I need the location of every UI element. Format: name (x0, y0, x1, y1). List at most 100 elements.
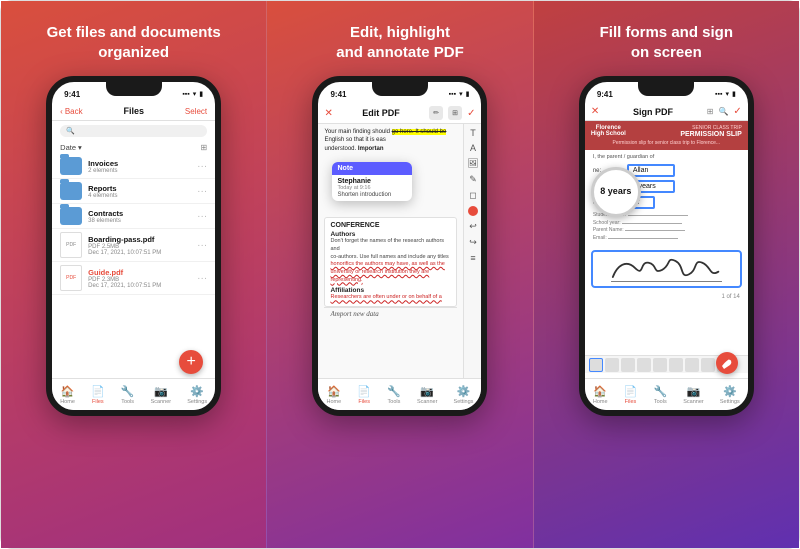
red-text: honorifics the authors may have, as well… (330, 261, 444, 282)
tab-home-r[interactable]: 🏠 Home (593, 385, 608, 405)
grid-edit-icon[interactable]: ⊞ (448, 106, 462, 120)
more-icon[interactable]: ··· (197, 211, 207, 222)
note-popup: Note Stephanie Today at 9:16 Shorten int… (332, 162, 412, 201)
sign-content: FlorenceHigh School SENIOR CLASS TRIP PE… (585, 121, 748, 410)
time-left: 9:41 (64, 90, 80, 99)
font-icon[interactable]: A (470, 143, 476, 153)
redo-icon[interactable]: ↪ (469, 237, 477, 248)
check-icon[interactable]: ✓ (467, 108, 475, 119)
thumb-8[interactable] (701, 358, 715, 372)
grid-sign-icon[interactable]: ⊞ (707, 107, 714, 116)
scanner-icon: 📷 (420, 385, 434, 398)
thumb-4[interactable] (637, 358, 651, 372)
folder-icon (60, 157, 82, 175)
search-sign-icon[interactable]: 🔍 (718, 107, 728, 116)
tab-settings-label: Settings (187, 399, 207, 405)
tab-scanner[interactable]: 📷 Scanner (151, 385, 172, 405)
undo-icon[interactable]: ↩ (469, 221, 477, 232)
signal-icon: ▪▪▪ (182, 91, 189, 98)
list-item[interactable]: Invoices 2 elements ··· (52, 154, 215, 179)
sign-fab[interactable] (716, 352, 738, 374)
close-button[interactable]: ✕ (324, 108, 332, 119)
affiliations-body: Researchers are often under or on behalf… (330, 294, 441, 300)
tab-scanner-m[interactable]: 📷 Scanner (417, 385, 438, 405)
tab-files[interactable]: 📄 Files (91, 385, 105, 405)
file-name: Invoices (88, 159, 191, 168)
thumb-3[interactable] (621, 358, 635, 372)
search-bar[interactable]: 🔍 (60, 125, 207, 137)
note-text: Shorten introduction (337, 192, 407, 198)
thumb-2[interactable] (605, 358, 619, 372)
check-sign-icon[interactable]: ✓ (733, 106, 741, 117)
add-button[interactable]: + (179, 350, 203, 374)
tab-settings-r[interactable]: ⚙️ Settings (720, 385, 740, 405)
color-picker[interactable] (468, 206, 478, 216)
tab-tools-r[interactable]: 🔧 Tools (653, 385, 667, 405)
panel-middle-title: Edit, highlightand annotate PDF (336, 23, 464, 62)
tab-tools[interactable]: 🔧 Tools (121, 385, 135, 405)
thumb-5[interactable] (653, 358, 667, 372)
panel-middle: Edit, highlightand annotate PDF 9:41 ▪▪▪… (266, 1, 533, 548)
doc-header: FlorenceHigh School SENIOR CLASS TRIP PE… (585, 121, 748, 150)
file-info: Contracts 38 elements (88, 209, 191, 224)
tab-files-m[interactable]: 📄 Files (357, 385, 371, 405)
status-bar-left: 9:41 ▪▪▪ ▾ ▮ (52, 82, 215, 104)
list-item[interactable]: PDF Guide.pdf PDF 2.3MBDec 17, 2021, 10:… (52, 262, 215, 295)
list-item[interactable]: PDF Boarding-pass.pdf PDF 2.5MBDec 17, 2… (52, 229, 215, 262)
draw-icon[interactable]: ✎ (469, 174, 477, 185)
more-icon[interactable]: ··· (197, 240, 207, 251)
tab-home-label: Home (60, 399, 75, 405)
tab-files-r[interactable]: 📄 Files (624, 385, 638, 405)
battery-icon: ▮ (732, 90, 736, 98)
phone-left: 9:41 ▪▪▪ ▾ ▮ ‹ Back Files Select 🔍 (46, 76, 221, 416)
image-icon[interactable]: 🖼 (467, 158, 478, 169)
files-icon: 📄 (91, 385, 105, 398)
phone-middle: 9:41 ▪▪▪ ▾ ▮ ✕ Edit PDF ✏ ⊞ ✓ (312, 76, 487, 416)
magnifier: 8 years (591, 167, 641, 217)
note-time: Today at 9:16 (337, 185, 407, 191)
close-sign-button[interactable]: ✕ (591, 106, 599, 117)
list-item[interactable]: Reports 4 elements ··· (52, 179, 215, 204)
thumb-7[interactable] (685, 358, 699, 372)
select-button[interactable]: Select (185, 107, 207, 116)
text-tool-icon[interactable]: T (470, 128, 476, 138)
status-icons-right: ▪▪▪ ▾ ▮ (715, 90, 736, 98)
tab-scanner-r[interactable]: 📷 Scanner (683, 385, 704, 405)
list-item[interactable]: Contracts 38 elements ··· (52, 204, 215, 229)
tab-tools-m[interactable]: 🔧 Tools (387, 385, 401, 405)
edit-nav-title: Edit PDF (362, 108, 400, 118)
note-body: Stephanie Today at 9:16 Shorten introduc… (332, 175, 412, 201)
status-icons-left: ▪▪▪ ▾ ▮ (182, 90, 203, 98)
tab-home[interactable]: 🏠 Home (60, 385, 75, 405)
bottom-tabs-middle: 🏠 Home 📄 Files 🔧 Tools 📷 Scanner ⚙️ (318, 378, 481, 410)
tab-settings-m[interactable]: ⚙️ Settings (454, 385, 474, 405)
signature-box[interactable] (591, 250, 742, 288)
file-sub: 38 elements (88, 218, 191, 224)
more-icon[interactable]: ··· (197, 273, 207, 284)
magnifier-text: 8 years (600, 186, 631, 198)
thumb-6[interactable] (669, 358, 683, 372)
pdf-icon: PDF (60, 232, 82, 258)
panel-left: Get files and documentsorganized 9:41 ▪▪… (1, 1, 266, 548)
shape-icon[interactable]: ◻ (469, 190, 476, 201)
home-icon: 🏠 (593, 385, 607, 398)
more-icon[interactable]: ··· (197, 161, 207, 172)
time-middle: 9:41 (330, 90, 346, 99)
back-label: Back (65, 107, 83, 116)
tab-settings[interactable]: ⚙️ Settings (187, 385, 207, 405)
magnifier-content: 8 years (600, 186, 631, 198)
conference-title: CONFERENCE (330, 222, 451, 229)
more-icon[interactable]: ··· (197, 186, 207, 197)
chevron-down-icon: ▾ (78, 143, 82, 152)
file-sub: PDF 2.5MBDec 17, 2021, 10:07:51 PM (88, 244, 191, 256)
thumb-1[interactable] (589, 358, 603, 372)
pencil-icon[interactable]: ✏ (429, 106, 443, 120)
battery-icon: ▮ (466, 90, 470, 98)
sort-button[interactable]: Date ▾ (60, 143, 82, 152)
sign-nav-title: Sign PDF (633, 107, 673, 117)
bottom-tabs-right: 🏠 Home 📄 Files 🔧 Tools 📷 Scanner ⚙️ (585, 378, 748, 410)
tab-home-m[interactable]: 🏠 Home (327, 385, 342, 405)
grid-icon[interactable]: ⊞ (200, 143, 207, 152)
back-button[interactable]: ‹ Back (60, 107, 82, 116)
menu-icon[interactable]: ≡ (470, 253, 475, 263)
